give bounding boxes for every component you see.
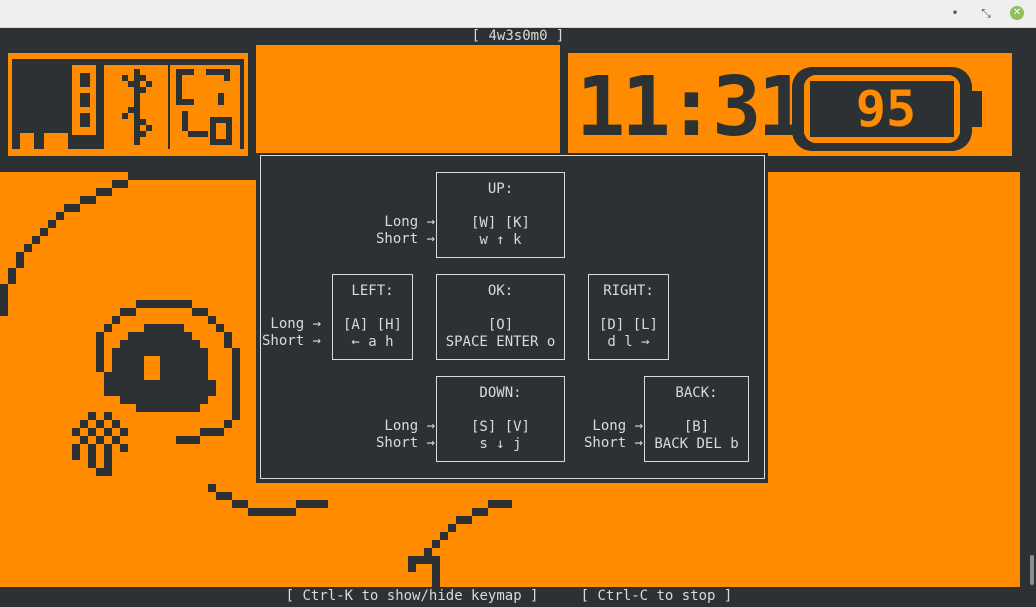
key-left-alt: ← a h	[351, 334, 394, 350]
key-right[interactable]: RIGHT: [D] [L] d l →	[588, 274, 669, 360]
up-short-label: Short →	[375, 231, 435, 247]
keymap-frame: Long → Short → UP: [W] [K] w ↑ k Long → …	[260, 155, 765, 479]
left-long-label: Long →	[270, 316, 321, 332]
screen-title: [ 4w3s0m0 ]	[471, 28, 565, 44]
key-down[interactable]: DOWN: [S] [V] s ↓ j	[436, 376, 565, 462]
key-left-keys: [A] [H]	[342, 317, 402, 333]
terminal-scrollbar[interactable]	[1026, 28, 1036, 587]
key-back-keys: [B]	[683, 419, 710, 435]
key-up-keys: [W] [K]	[470, 215, 530, 231]
key-up[interactable]: UP: [W] [K] w ↑ k	[436, 172, 565, 258]
close-icon[interactable]: ✕	[1010, 6, 1024, 20]
battery-percent: 95	[855, 80, 917, 138]
left-short-label: Short →	[261, 333, 321, 349]
footer-hints: [ Ctrl-K to show/hide keymap ] [ Ctrl-C …	[285, 588, 733, 604]
up-long-label: Long →	[384, 214, 435, 230]
down-short-label: Short →	[375, 435, 435, 451]
key-left[interactable]: LEFT: [A] [H] ← a h	[332, 274, 413, 360]
key-left-title: LEFT:	[351, 283, 394, 299]
restore-icon[interactable]: ⤡	[979, 6, 993, 20]
key-ok-keys: [O]	[487, 317, 514, 333]
key-right-keys: [D] [L]	[598, 317, 658, 333]
back-long-label: Long →	[592, 418, 643, 434]
key-back[interactable]: BACK: [B] BACK DEL b	[644, 376, 749, 462]
key-down-title: DOWN:	[479, 385, 522, 401]
key-down-keys: [S] [V]	[470, 419, 530, 435]
flipper-display: 11:31 95 Long → Short → UP: [W] [K] w ↑ …	[0, 45, 1020, 587]
key-right-alt: d l →	[607, 334, 650, 350]
key-up-alt: w ↑ k	[479, 232, 522, 248]
key-up-title: UP:	[487, 181, 514, 197]
status-left-panel	[0, 45, 256, 172]
key-right-title: RIGHT:	[603, 283, 654, 299]
scrollbar-thumb[interactable]	[1030, 555, 1034, 585]
clock-time: 11:31	[576, 60, 807, 155]
key-back-alt: BACK DEL b	[654, 436, 739, 452]
key-down-alt: s ↓ j	[479, 436, 522, 452]
key-ok-alt: SPACE ENTER o	[445, 334, 556, 350]
terminal-area[interactable]: [ 4w3s0m0 ] 11:31 95 Long → Short → UP: …	[0, 28, 1036, 607]
minimize-icon[interactable]: •	[948, 6, 962, 20]
key-back-title: BACK:	[675, 385, 718, 401]
keymap-overlay: Long → Short → UP: [W] [K] w ↑ k Long → …	[256, 153, 768, 483]
down-long-label: Long →	[384, 418, 435, 434]
back-short-label: Short →	[583, 435, 643, 451]
key-ok[interactable]: OK: [O] SPACE ENTER o	[436, 274, 565, 360]
window-titlebar: • ⤡ ✕	[0, 0, 1036, 28]
key-ok-title: OK:	[487, 283, 514, 299]
